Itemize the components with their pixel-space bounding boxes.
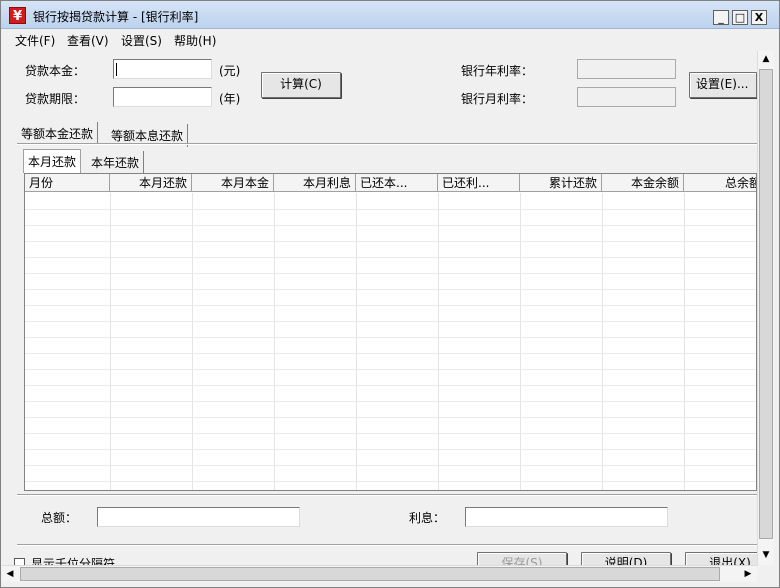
grid-column-line (356, 193, 357, 490)
total-label: 总额： (41, 511, 78, 525)
grid-column-line (438, 193, 439, 490)
main-window: ¥ 银行按揭贷款计算 - [银行利率] _ □ X 文件(F) 查看(V) 设置… (0, 0, 780, 588)
annual-rate-field[interactable] (577, 59, 676, 79)
vertical-scrollbar[interactable]: ▲ ▼ (757, 51, 774, 565)
tab-yearly-payment[interactable]: 本年还款 (87, 151, 145, 174)
grid-column-line (274, 193, 275, 490)
thousands-separator-checkbox[interactable] (14, 558, 25, 565)
grid-column-line (110, 193, 111, 490)
tab-divider (17, 143, 757, 145)
term-input[interactable] (113, 87, 212, 107)
column-month-interest[interactable]: 本月利息 (274, 174, 356, 192)
column-month-payment[interactable]: 本月还款 (110, 174, 192, 192)
yuan-app-icon: ¥ (9, 7, 26, 24)
scroll-corner (757, 565, 779, 587)
grid-row-line (25, 241, 756, 242)
thousands-separator-label: 显示千位分隔符 (31, 557, 116, 565)
grid-row-line (25, 257, 756, 258)
grid-row-line (25, 353, 756, 354)
menu-view[interactable]: 查看(V) (67, 32, 109, 49)
grid-row-line (25, 433, 756, 434)
close-button[interactable]: X (751, 10, 767, 25)
grid-column-line (520, 193, 521, 490)
vertical-scroll-thumb[interactable] (759, 69, 773, 539)
column-principal-balance[interactable]: 本金余额 (602, 174, 684, 192)
scroll-left-arrow-icon[interactable]: ◀ (2, 566, 18, 582)
total-field[interactable] (97, 507, 300, 527)
tab-equal-principal[interactable]: 等额本金还款 (17, 122, 99, 145)
term-label: 贷款期限： (25, 92, 86, 106)
grid-column-line (192, 193, 193, 490)
column-total-balance[interactable]: 总余额 (684, 174, 756, 192)
column-month[interactable]: 月份 (25, 174, 110, 192)
rate-settings-button[interactable]: 设置(E)... (689, 72, 757, 98)
menu-bar: 文件(F) 查看(V) 设置(S) 帮助(H) (1, 29, 779, 50)
help-button[interactable]: 说明(D) (581, 552, 671, 565)
grid-row-line (25, 289, 756, 290)
footer-bar: 显示千位分隔符 保存(S) 说明(D) 退出(X) (1, 549, 757, 565)
column-month-principal[interactable]: 本月本金 (192, 174, 274, 192)
annual-rate-label: 银行年利率： (461, 64, 534, 78)
minimize-button[interactable]: _ (713, 10, 729, 25)
interest-field[interactable] (465, 507, 668, 527)
term-unit: (年) (219, 92, 241, 106)
grid-row-line (25, 465, 756, 466)
scroll-up-arrow-icon[interactable]: ▲ (758, 51, 774, 67)
horizontal-scrollbar[interactable]: ◀ ▶ (2, 565, 757, 582)
grid-row-line (25, 401, 756, 402)
table-body (25, 193, 756, 490)
maximize-button[interactable]: □ (732, 10, 748, 25)
monthly-rate-label: 银行月利率： (461, 92, 534, 106)
column-paid-principal[interactable]: 已还本... (356, 174, 438, 192)
tab-monthly-payment[interactable]: 本月还款 (23, 149, 82, 173)
grid-row-line (25, 225, 756, 226)
interest-label: 利息： (409, 511, 446, 525)
menu-settings[interactable]: 设置(S) (121, 32, 162, 49)
principal-unit: (元) (219, 64, 241, 78)
horizontal-scroll-thumb[interactable] (20, 567, 720, 581)
title-bar[interactable]: ¥ 银行按揭贷款计算 - [银行利率] _ □ X (1, 1, 779, 29)
grid-row-line (25, 209, 756, 210)
grid-column-line (602, 193, 603, 490)
menu-help[interactable]: 帮助(H) (174, 32, 216, 49)
menu-file[interactable]: 文件(F) (15, 32, 55, 49)
grid-row-line (25, 321, 756, 322)
scroll-right-arrow-icon[interactable]: ▶ (740, 566, 756, 582)
grid-row-line (25, 449, 756, 450)
principal-input[interactable] (113, 59, 212, 79)
exit-button[interactable]: 退出(X) (685, 552, 757, 565)
grid-row-line (25, 273, 756, 274)
totals-divider (17, 494, 757, 496)
payment-table[interactable]: 月份 本月还款 本月本金 本月利息 已还本... 已还利... 累计还款 本金余… (24, 173, 757, 491)
column-cumulative-payment[interactable]: 累计还款 (520, 174, 602, 192)
text-caret (116, 63, 117, 76)
grid-row-line (25, 369, 756, 370)
principal-label: 贷款本金： (25, 64, 86, 78)
monthly-rate-field[interactable] (577, 87, 676, 107)
grid-row-line (25, 385, 756, 386)
grid-column-line (684, 193, 685, 490)
calculate-button[interactable]: 计算(C) (261, 72, 341, 98)
table-header: 月份 本月还款 本月本金 本月利息 已还本... 已还利... 累计还款 本金余… (25, 174, 756, 192)
grid-row-line (25, 337, 756, 338)
window-title: 银行按揭贷款计算 - [银行利率] (33, 10, 199, 24)
column-paid-interest[interactable]: 已还利... (438, 174, 520, 192)
save-button[interactable]: 保存(S) (477, 552, 567, 565)
scroll-down-arrow-icon[interactable]: ▼ (758, 547, 774, 563)
grid-row-line (25, 305, 756, 306)
grid-row-line (25, 481, 756, 482)
grid-row-line (25, 417, 756, 418)
footer-divider (17, 544, 757, 546)
